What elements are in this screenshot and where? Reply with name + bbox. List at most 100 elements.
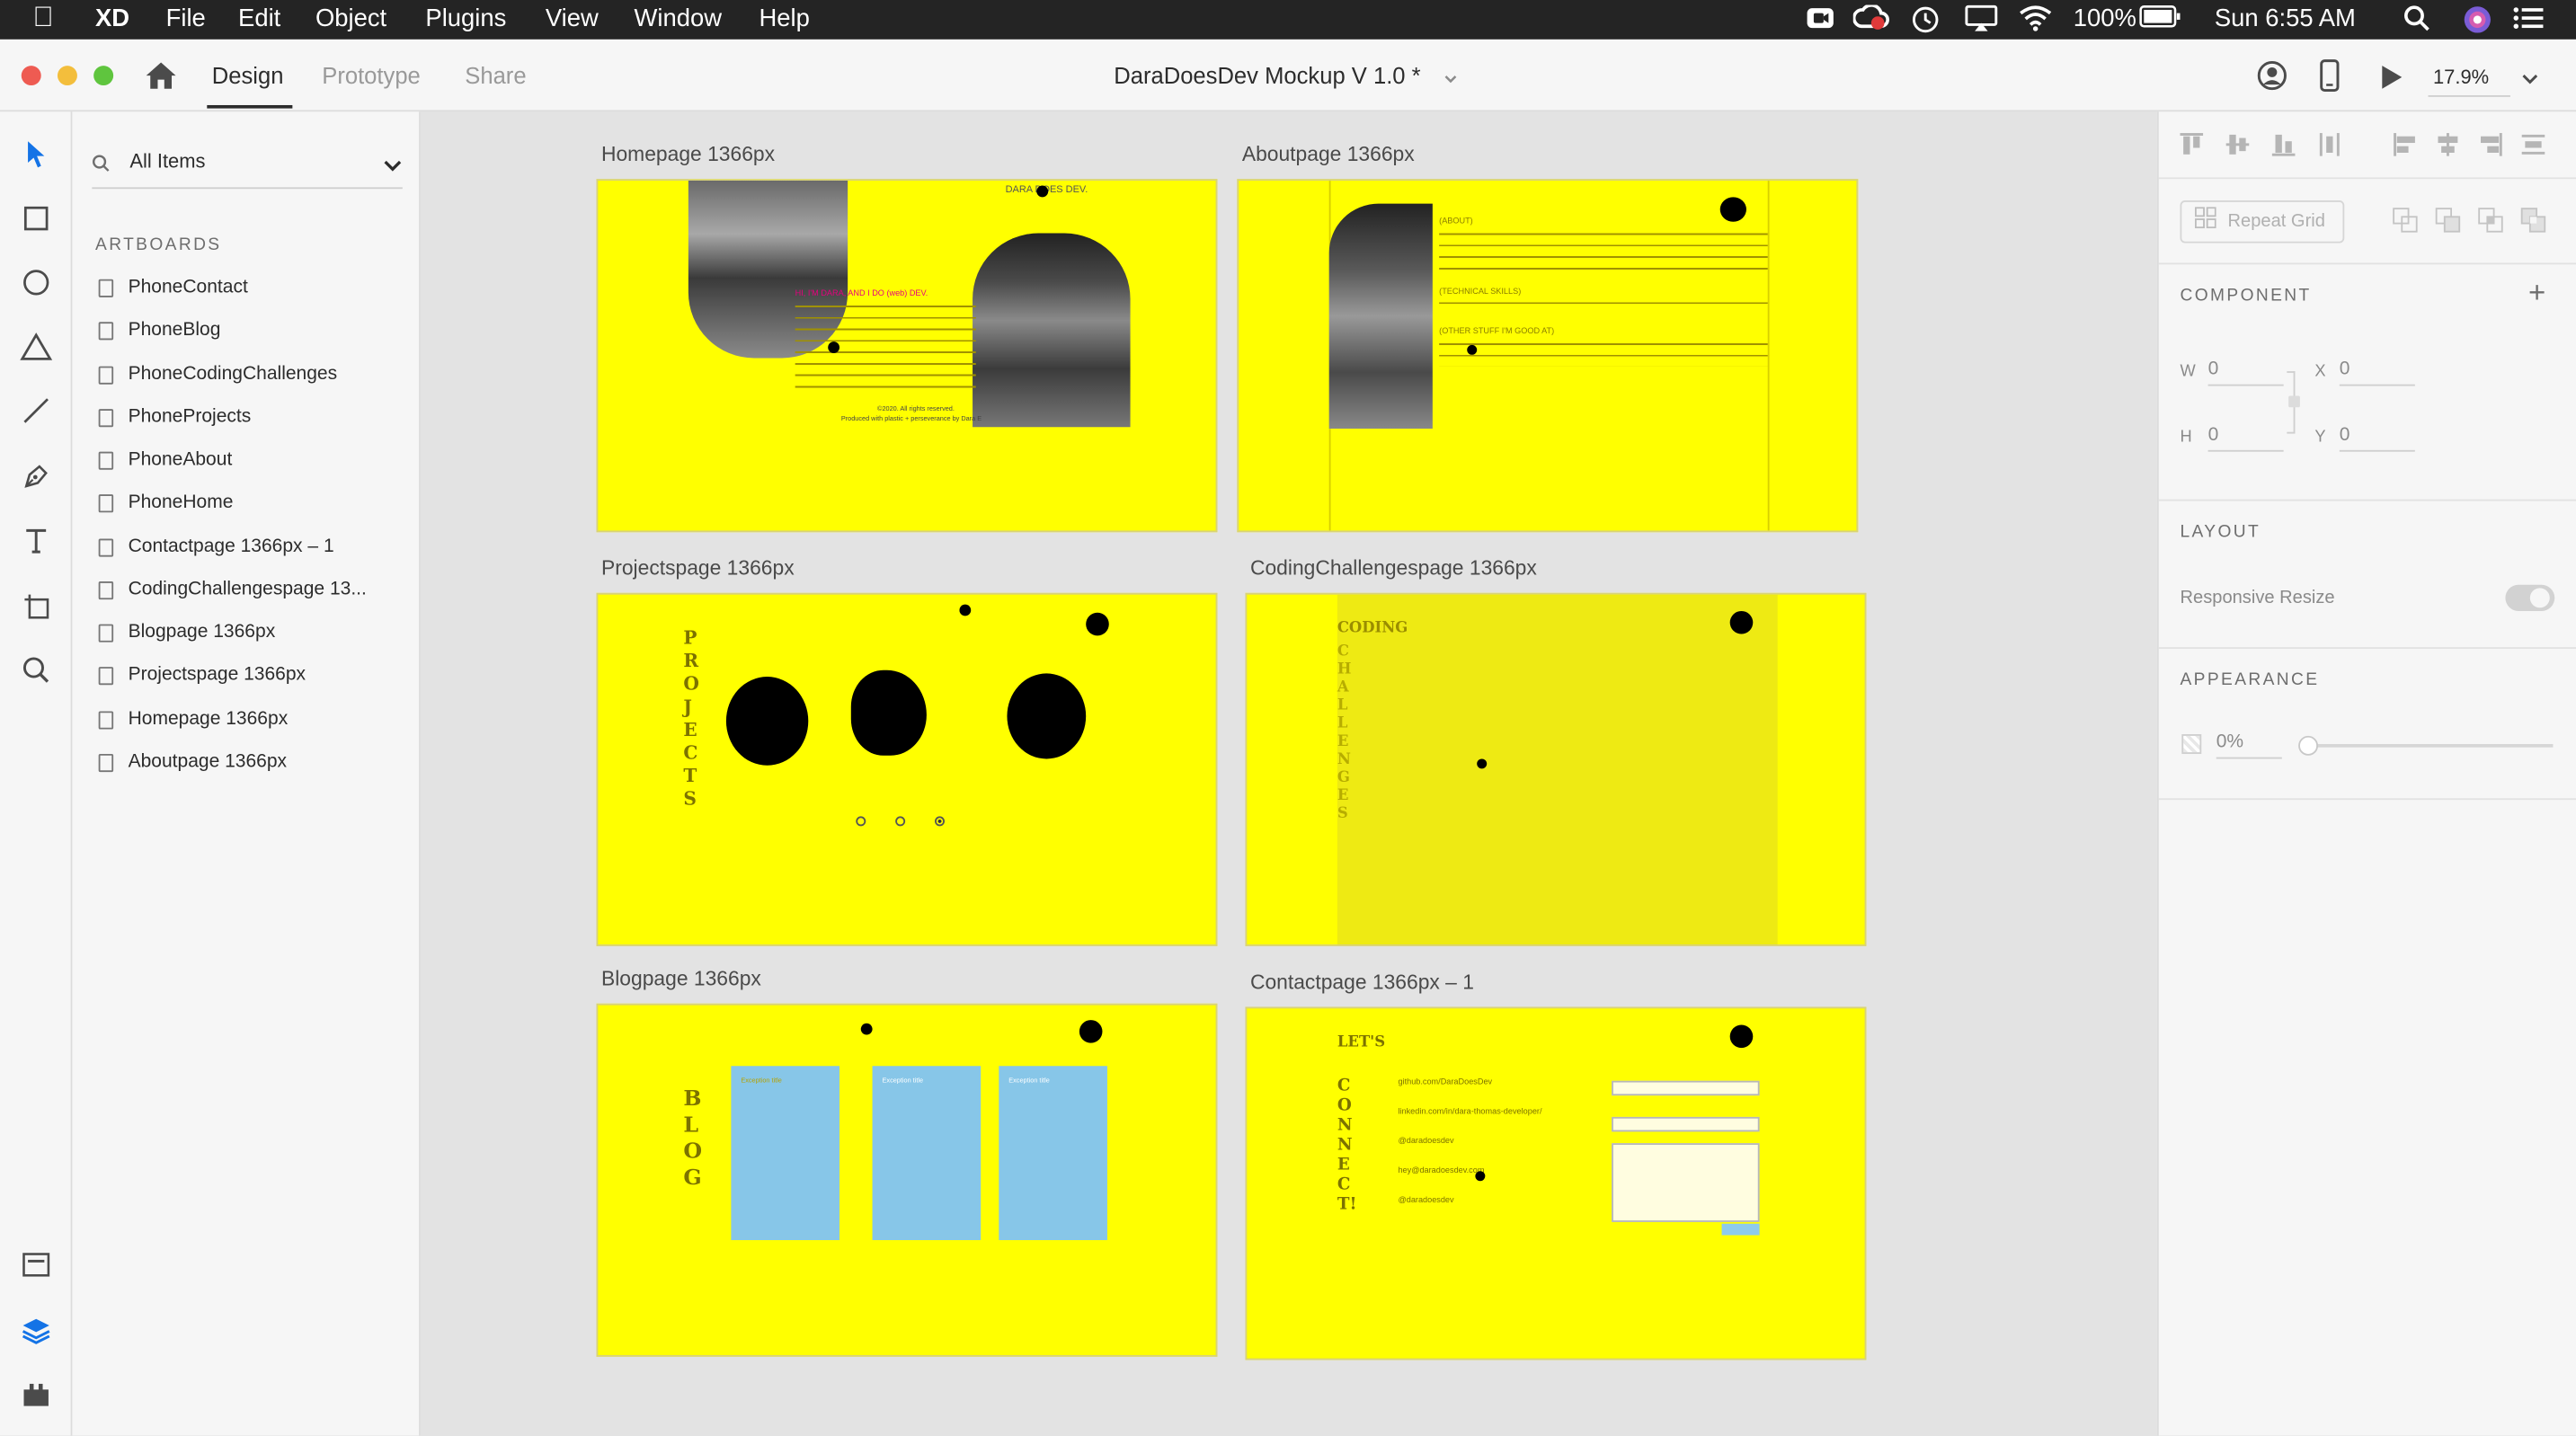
layer-item-projectspage[interactable]: Projectspage 1366px [98, 659, 306, 692]
responsive-resize-toggle[interactable] [2505, 584, 2555, 611]
contact-link-github[interactable]: github.com/DaraDoesDev [1398, 1077, 1492, 1087]
boolean-intersect-icon[interactable] [2477, 207, 2503, 241]
layer-item-phonecontact[interactable]: PhoneContact [98, 271, 248, 305]
menu-view[interactable]: View [546, 4, 599, 32]
text-tool-icon[interactable] [18, 522, 54, 558]
select-tool-icon[interactable] [18, 137, 54, 173]
project-ink-splat[interactable] [850, 669, 927, 756]
battery-icon[interactable] [2139, 4, 2182, 34]
layer-item-phonecodingchallenges[interactable]: PhoneCodingChallenges [98, 358, 337, 391]
plugins-panel-icon[interactable] [18, 1377, 54, 1413]
tab-share[interactable]: Share [465, 62, 526, 88]
layer-item-codingchallengespage[interactable]: CodingChallengespage 13... [98, 573, 367, 607]
height-input[interactable]: 0 [2207, 425, 2284, 452]
contact-link-linkedin[interactable]: linkedin.com/in/dara-thomas-developer/ [1398, 1107, 1541, 1117]
menu-app-name[interactable]: XD [95, 4, 129, 32]
repeat-grid-button[interactable]: Repeat Grid [2180, 199, 2345, 244]
carousel-dot[interactable] [856, 816, 866, 827]
artboard-blogpage[interactable]: BLOG Exception title Exception title Exc… [596, 1003, 1218, 1357]
tab-design[interactable]: Design [212, 62, 284, 88]
zoom-tool-icon[interactable] [18, 652, 54, 688]
layer-item-blogpage[interactable]: Blogpage 1366px [98, 616, 275, 649]
project-ink-splat[interactable] [1007, 673, 1087, 759]
apple-icon[interactable]:  [33, 2, 54, 35]
polygon-tool-icon[interactable] [18, 329, 54, 365]
rectangle-tool-icon[interactable] [18, 200, 54, 236]
blog-card[interactable]: Exception title [872, 1066, 982, 1240]
design-canvas[interactable]: Homepage 1366px DARA DOES DEV. HI, I'M D… [420, 111, 2157, 1436]
align-middle-icon[interactable] [2225, 131, 2251, 165]
layer-item-contactpage[interactable]: Contactpage 1366px – 1 [98, 530, 334, 563]
blog-card[interactable]: Exception title [999, 1066, 1107, 1240]
artboard-title-projectspage[interactable]: Projectspage 1366px [601, 557, 795, 581]
opacity-slider-thumb[interactable] [2298, 735, 2319, 756]
contact-message-field[interactable] [1612, 1143, 1760, 1222]
menu-window[interactable]: Window [635, 4, 723, 32]
y-input[interactable]: 0 [2339, 425, 2415, 452]
tab-prototype[interactable]: Prototype [322, 62, 421, 88]
contact-link-email[interactable]: hey@daradoesdev.com [1398, 1166, 1484, 1176]
layer-item-phoneblog[interactable]: PhoneBlog [98, 314, 220, 347]
chevron-down-icon[interactable] [1443, 66, 1459, 95]
align-left-icon[interactable] [2392, 131, 2418, 165]
carousel-dot[interactable] [895, 816, 906, 827]
opacity-slider-track[interactable] [2306, 743, 2554, 748]
artboard-projectspage[interactable]: PROJECTS [596, 592, 1218, 946]
siri-icon[interactable] [2463, 4, 2492, 40]
spotlight-search-icon[interactable] [2403, 4, 2429, 38]
wifi-icon[interactable] [2019, 4, 2052, 38]
artboard-title-blogpage[interactable]: Blogpage 1366px [601, 968, 761, 991]
device-preview-icon[interactable] [2318, 59, 2341, 101]
document-title[interactable]: DaraDoesDev Mockup V 1.0 * [1114, 62, 1420, 88]
project-ink-splat[interactable] [725, 677, 809, 766]
align-top-icon[interactable] [2179, 131, 2205, 165]
notification-center-icon[interactable] [2512, 4, 2545, 38]
align-bottom-icon[interactable] [2270, 131, 2296, 165]
artboard-title-homepage[interactable]: Homepage 1366px [601, 143, 775, 166]
layer-item-phoneabout[interactable]: PhoneAbout [98, 444, 232, 477]
boolean-exclude-icon[interactable] [2520, 207, 2546, 241]
menu-edit[interactable]: Edit [238, 4, 280, 32]
menu-object[interactable]: Object [315, 4, 386, 32]
layer-item-homepage[interactable]: Homepage 1366px [98, 703, 288, 736]
zoom-chevron-icon[interactable] [2520, 66, 2540, 95]
menubar-clock[interactable]: Sun 6:55 AM [2215, 4, 2356, 32]
artboard-contactpage[interactable]: LET'S CONNECT! github.com/DaraDoesDev li… [1245, 1006, 1867, 1361]
distribute-vertical-icon[interactable] [2316, 131, 2342, 165]
x-input[interactable]: 0 [2339, 359, 2415, 386]
carousel-dot-active[interactable] [935, 816, 945, 827]
align-right-icon[interactable] [2477, 131, 2503, 165]
artboard-codingchallengespage[interactable]: CODING CHALLENGES [1245, 592, 1867, 946]
maximize-window-button[interactable] [93, 66, 114, 86]
add-component-icon[interactable]: + [2528, 276, 2545, 310]
close-window-button[interactable] [21, 66, 41, 86]
align-center-icon[interactable] [2435, 131, 2461, 165]
ellipse-tool-icon[interactable] [18, 264, 54, 300]
menu-help[interactable]: Help [759, 4, 809, 32]
zoom-video-icon[interactable] [1806, 4, 1835, 38]
blog-card[interactable]: Exception title [731, 1066, 840, 1240]
artboard-aboutpage[interactable]: (ABOUT) (TECHNICAL SKILLS) (OTHER STUFF … [1237, 179, 1859, 533]
pen-tool-icon[interactable] [18, 458, 54, 494]
contact-link-twitter[interactable]: @daradoesdev [1398, 1137, 1453, 1147]
home-icon[interactable] [145, 61, 178, 99]
airplay-icon[interactable] [1965, 4, 1998, 38]
artboard-tool-icon[interactable] [18, 588, 54, 624]
boolean-subtract-icon[interactable] [2435, 207, 2461, 241]
creative-cloud-icon[interactable] [1852, 3, 1889, 38]
menu-plugins[interactable]: Plugins [425, 4, 506, 32]
play-preview-icon[interactable] [2380, 64, 2403, 98]
assets-panel-icon[interactable] [18, 1246, 54, 1282]
artboard-title-aboutpage[interactable]: Aboutpage 1366px [1242, 143, 1415, 166]
line-tool-icon[interactable] [18, 393, 54, 429]
contact-email-field[interactable] [1612, 1116, 1760, 1132]
layer-item-phonehome[interactable]: PhoneHome [98, 486, 233, 519]
distribute-horizontal-icon[interactable] [2520, 131, 2546, 165]
zoom-level[interactable]: 17.9% [2433, 66, 2489, 89]
contact-link-instagram[interactable]: @daradoesdev [1398, 1196, 1453, 1206]
layers-filter-dropdown[interactable]: All Items [129, 149, 205, 173]
lock-aspect-icon[interactable] [2288, 395, 2300, 408]
boolean-add-icon[interactable] [2392, 207, 2418, 241]
opacity-input[interactable]: 0% [2216, 732, 2282, 759]
contact-submit-button[interactable] [1721, 1223, 1760, 1236]
